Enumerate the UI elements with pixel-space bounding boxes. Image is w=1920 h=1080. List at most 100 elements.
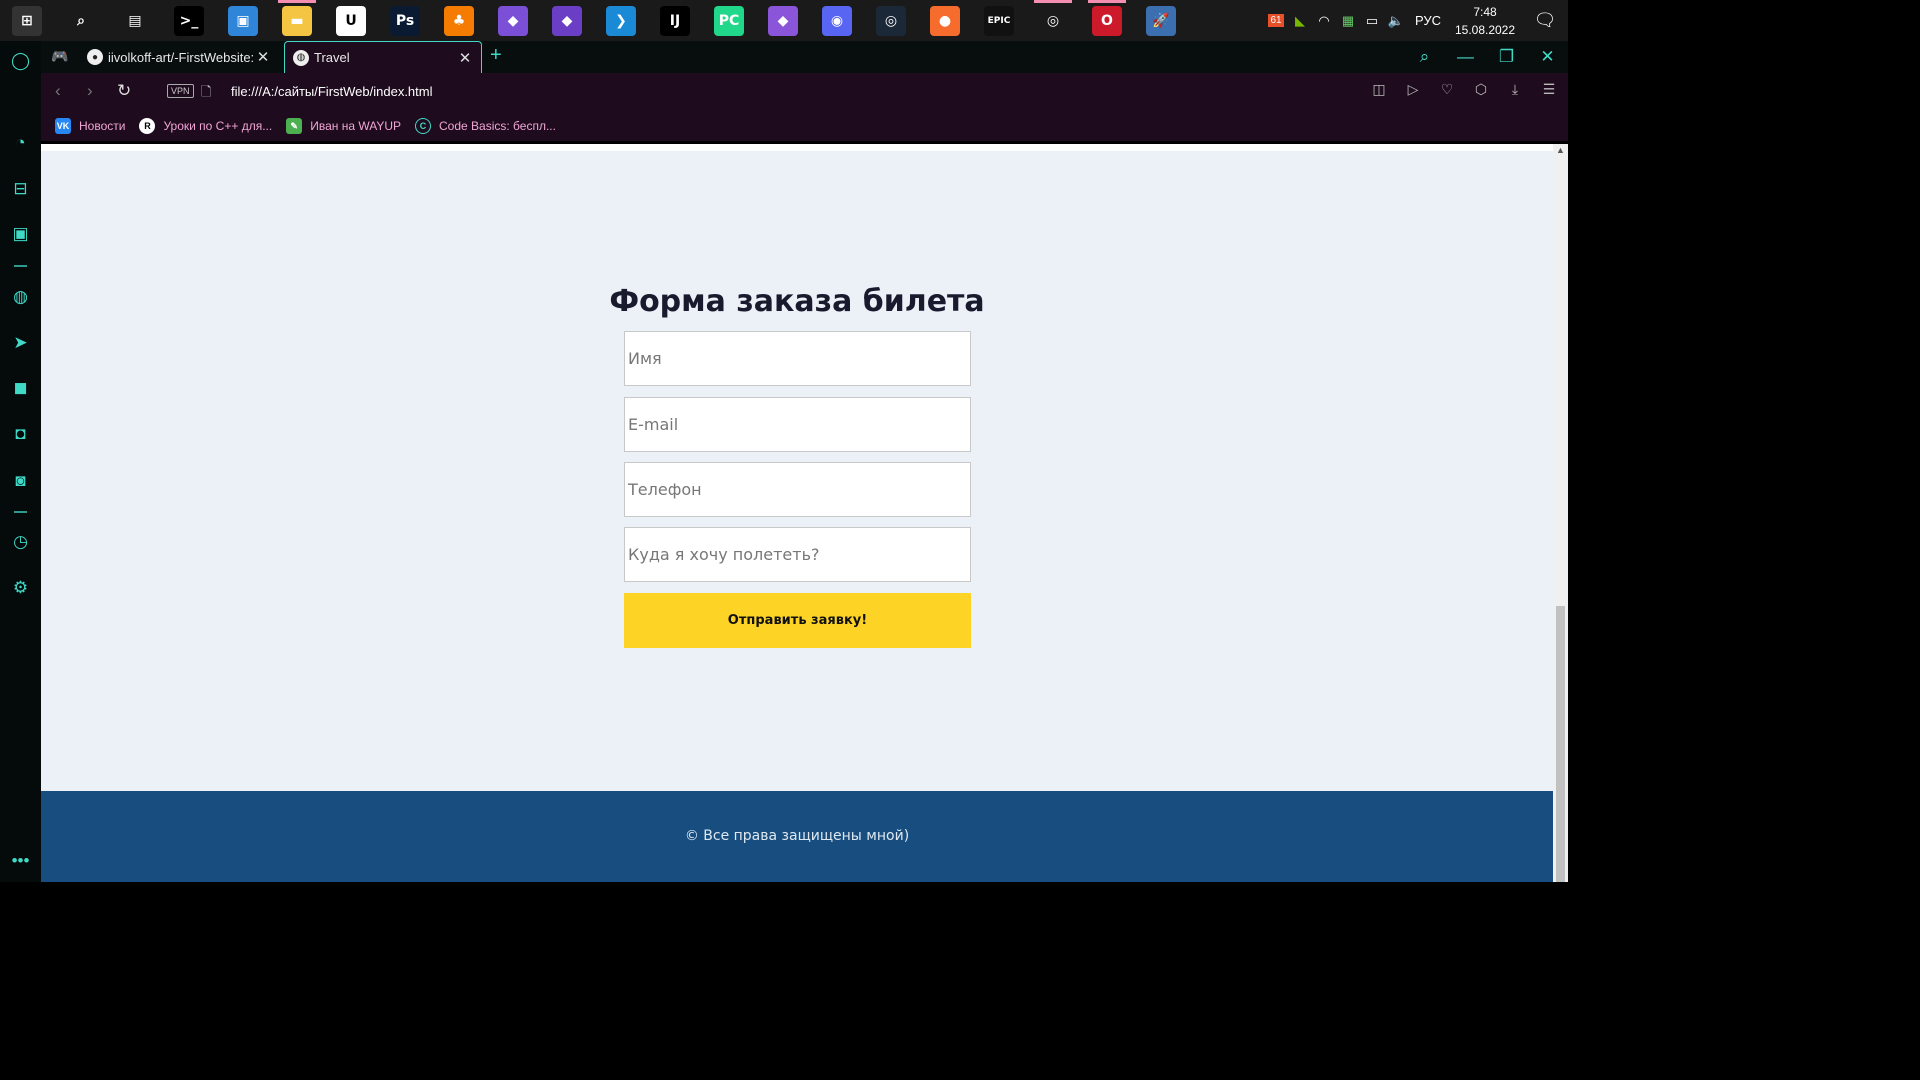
- vk-icon[interactable]: ◼: [0, 373, 41, 403]
- footer-copyright: © Все права защищены мной): [684, 828, 910, 844]
- bookmark-item[interactable]: R Уроки по С++ для...: [139, 118, 272, 134]
- windows-taskbar: ⊞ ⌕ ▤ >_ ▣ ▬ U Ps ♣ ◆ ◆ ❯ IJ PC ◆ ◉ ◎ ● EPIC ◎ O 🚀 61 ◣ ◠ ▦ ▭ 🔈 РУС 7…: [0, 0, 1568, 41]
- camera-icon[interactable]: ◫: [1368, 81, 1390, 98]
- taskbar-app[interactable]: Ps: [378, 0, 432, 41]
- minimize-icon[interactable]: —: [1445, 47, 1486, 67]
- page-info-icon[interactable]: 🗋: [201, 83, 211, 105]
- taskbar-app[interactable]: >_: [162, 0, 216, 41]
- forward-icon[interactable]: ›: [87, 81, 93, 101]
- back-icon[interactable]: ‹: [55, 81, 61, 101]
- clock-date: 15.08.2022: [1454, 22, 1516, 37]
- nvidia-icon[interactable]: ◣: [1288, 0, 1312, 41]
- photoshop-icon: Ps: [390, 5, 420, 36]
- taskbar-app[interactable]: ◆: [756, 0, 810, 41]
- settings-gear-icon[interactable]: ⚙: [0, 573, 41, 603]
- task-view-icon: ▤: [120, 5, 150, 36]
- twitch-icon[interactable]: ▣: [0, 219, 41, 249]
- python-launcher-icon: 🚀: [1146, 5, 1176, 36]
- close-icon[interactable]: ✕: [253, 48, 273, 66]
- taskbar-app[interactable]: ◆: [540, 0, 594, 41]
- sidebar-divider: [14, 265, 27, 267]
- page-top-strip: [41, 144, 1553, 151]
- bookmark-item[interactable]: C Code Basics: беспл...: [415, 118, 556, 134]
- address-bar: ‹ › ↻ VPN 🗋 file:///A:/сайты/FirstWeb/in…: [41, 73, 1568, 111]
- vscode-icon: ❯: [606, 5, 636, 36]
- reload-icon[interactable]: ↻: [117, 81, 131, 101]
- destination-input[interactable]: [625, 528, 970, 581]
- email-field[interactable]: [624, 397, 971, 452]
- taskbar-app[interactable]: ◆: [486, 0, 540, 41]
- taskbar-app[interactable]: U: [324, 0, 378, 41]
- tab-travel[interactable]: ◍ Travel ✕: [284, 41, 482, 73]
- taskbar-app[interactable]: PC: [702, 0, 756, 41]
- bookmark-item[interactable]: VK Новости: [55, 118, 125, 134]
- gamepad-icon[interactable]: 🎮: [51, 48, 68, 65]
- phone-input[interactable]: [625, 463, 970, 516]
- taskbar-app[interactable]: ▬: [270, 0, 324, 41]
- taskbar-app[interactable]: ♣: [432, 0, 486, 41]
- close-window-icon[interactable]: ✕: [1527, 47, 1568, 67]
- hardware-monitor-icon[interactable]: ▦: [1336, 0, 1360, 41]
- opera-menu-icon[interactable]: ◯: [0, 46, 41, 76]
- scroll-up-icon[interactable]: ▲: [1556, 145, 1565, 155]
- cube-icon[interactable]: ⬡: [1470, 81, 1492, 98]
- download-icon[interactable]: ⤓: [1504, 81, 1526, 98]
- destination-field[interactable]: [624, 527, 971, 582]
- tray-badge-icon[interactable]: 61: [1264, 0, 1288, 41]
- fl-studio-icon: ♣: [444, 5, 474, 36]
- heart-icon[interactable]: ♡: [1436, 81, 1458, 98]
- search-tabs-icon[interactable]: ⌕: [1404, 47, 1445, 67]
- messenger-icon[interactable]: ◍: [0, 282, 41, 312]
- url-input[interactable]: file:///A:/сайты/FirstWeb/index.html: [231, 84, 433, 99]
- pycharm-icon: PC: [714, 5, 744, 36]
- taskbar-app[interactable]: ◎: [1026, 0, 1080, 41]
- page-scrollbar[interactable]: ▲: [1553, 144, 1568, 882]
- close-icon[interactable]: ✕: [455, 49, 475, 67]
- taskbar-app[interactable]: EPIC: [972, 0, 1026, 41]
- taskbar-app[interactable]: ⊞: [0, 0, 54, 41]
- easy-setup-icon[interactable]: ☰: [1538, 81, 1560, 98]
- taskbar-app[interactable]: ▤: [108, 0, 162, 41]
- send-icon[interactable]: ▷: [1402, 81, 1424, 98]
- taskbar-app[interactable]: O: [1080, 0, 1134, 41]
- taskbar-app[interactable]: IJ: [648, 0, 702, 41]
- notification-icon[interactable]: 🗨: [1522, 10, 1568, 31]
- taskbar-app[interactable]: ◎: [864, 0, 918, 41]
- name-input[interactable]: [625, 332, 970, 385]
- taskbar-app[interactable]: ▣: [216, 0, 270, 41]
- language-indicator[interactable]: РУС: [1408, 0, 1448, 41]
- history-icon[interactable]: ◷: [0, 527, 41, 557]
- tab-label: iivolkoff-art/-FirstWebsite:: [108, 49, 253, 65]
- unreal-engine-icon: U: [336, 5, 366, 36]
- battery-icon[interactable]: ▭: [1360, 0, 1384, 41]
- instagram-icon[interactable]: ◘: [0, 419, 41, 449]
- tab-strip: 🎮 ● iivolkoff-art/-FirstWebsite: ✕ ◍ Tra…: [41, 41, 1568, 73]
- discord-sidebar-icon[interactable]: ◙: [0, 466, 41, 496]
- speed-dial-icon[interactable]: ◔: [0, 128, 41, 158]
- wifi-icon[interactable]: ◠: [1312, 0, 1336, 41]
- more-options-icon[interactable]: •••: [0, 846, 41, 876]
- name-field[interactable]: [624, 331, 971, 386]
- epic-games-icon: EPIC: [984, 5, 1014, 36]
- bookmark-item[interactable]: ✎ Иван на WAYUP: [286, 118, 401, 134]
- taskbar-app[interactable]: ◉: [810, 0, 864, 41]
- workspace-icon[interactable]: ⊟: [0, 174, 41, 204]
- taskbar-app[interactable]: ❯: [594, 0, 648, 41]
- volume-icon[interactable]: 🔈: [1384, 0, 1408, 41]
- page-content: Форма заказа билета Отправить заявку! © …: [41, 144, 1553, 882]
- phone-field[interactable]: [624, 462, 971, 517]
- taskbar-app[interactable]: ⌕: [54, 0, 108, 41]
- scrollbar-thumb[interactable]: [1556, 606, 1565, 882]
- tab-github[interactable]: ● iivolkoff-art/-FirstWebsite: ✕: [79, 41, 279, 73]
- taskbar-app[interactable]: ●: [918, 0, 972, 41]
- bookmark-label: Code Basics: беспл...: [439, 119, 556, 133]
- taskbar-app[interactable]: 🚀: [1134, 0, 1188, 41]
- telegram-icon[interactable]: ➤: [0, 328, 41, 358]
- vpn-badge[interactable]: VPN: [167, 84, 194, 98]
- clock[interactable]: 7:48 15.08.2022: [1448, 3, 1522, 39]
- email-input[interactable]: [625, 398, 970, 451]
- new-tab-button[interactable]: +: [490, 44, 502, 67]
- footer: © Все права защищены мной): [41, 791, 1553, 882]
- maximize-icon[interactable]: ❐: [1486, 47, 1527, 67]
- submit-button[interactable]: Отправить заявку!: [624, 593, 971, 648]
